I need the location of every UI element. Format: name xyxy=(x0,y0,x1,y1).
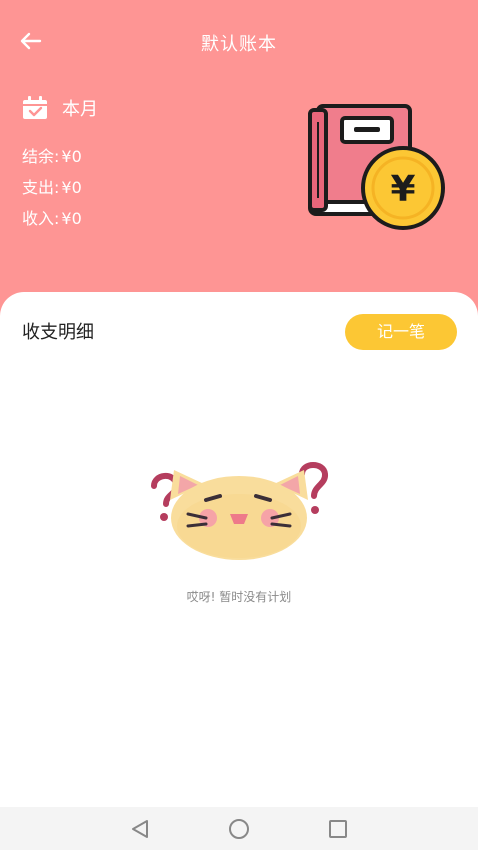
yen-symbol: ¥ xyxy=(390,169,415,210)
top-bar: 默认账本 xyxy=(0,0,478,88)
balance-stat: 结余: ¥0 xyxy=(22,143,82,167)
income-stat: 收入: ¥0 xyxy=(22,205,82,229)
empty-state-text: 哎呀! 暂时没有计划 xyxy=(186,590,292,604)
balance-value: ¥0 xyxy=(61,147,82,166)
page-title: 默认账本 xyxy=(201,34,277,55)
nav-back-button[interactable] xyxy=(125,815,155,843)
balance-label: 结余: xyxy=(22,147,60,166)
nav-recents-square-icon xyxy=(329,820,347,838)
period-label: 本月 xyxy=(62,99,98,120)
confused-cat-icon xyxy=(140,460,340,570)
expense-value: ¥0 xyxy=(61,178,82,197)
income-value: ¥0 xyxy=(61,209,82,228)
nav-home-circle-icon xyxy=(229,819,249,839)
calendar-icon xyxy=(23,96,47,119)
add-record-button[interactable]: 记一笔 xyxy=(345,314,457,350)
nav-recents-button[interactable] xyxy=(323,815,353,843)
system-navigation-bar xyxy=(0,807,478,850)
expense-label: 支出: xyxy=(22,178,60,197)
nav-back-triangle-icon xyxy=(132,820,148,838)
period-selector[interactable]: 本月 xyxy=(22,94,98,122)
nav-home-button[interactable] xyxy=(224,815,254,843)
section-title: 收支明细 xyxy=(22,322,94,343)
expense-stat: 支出: ¥0 xyxy=(22,174,82,198)
account-book-yen-icon: ¥ xyxy=(300,100,452,230)
income-label: 收入: xyxy=(22,209,60,228)
